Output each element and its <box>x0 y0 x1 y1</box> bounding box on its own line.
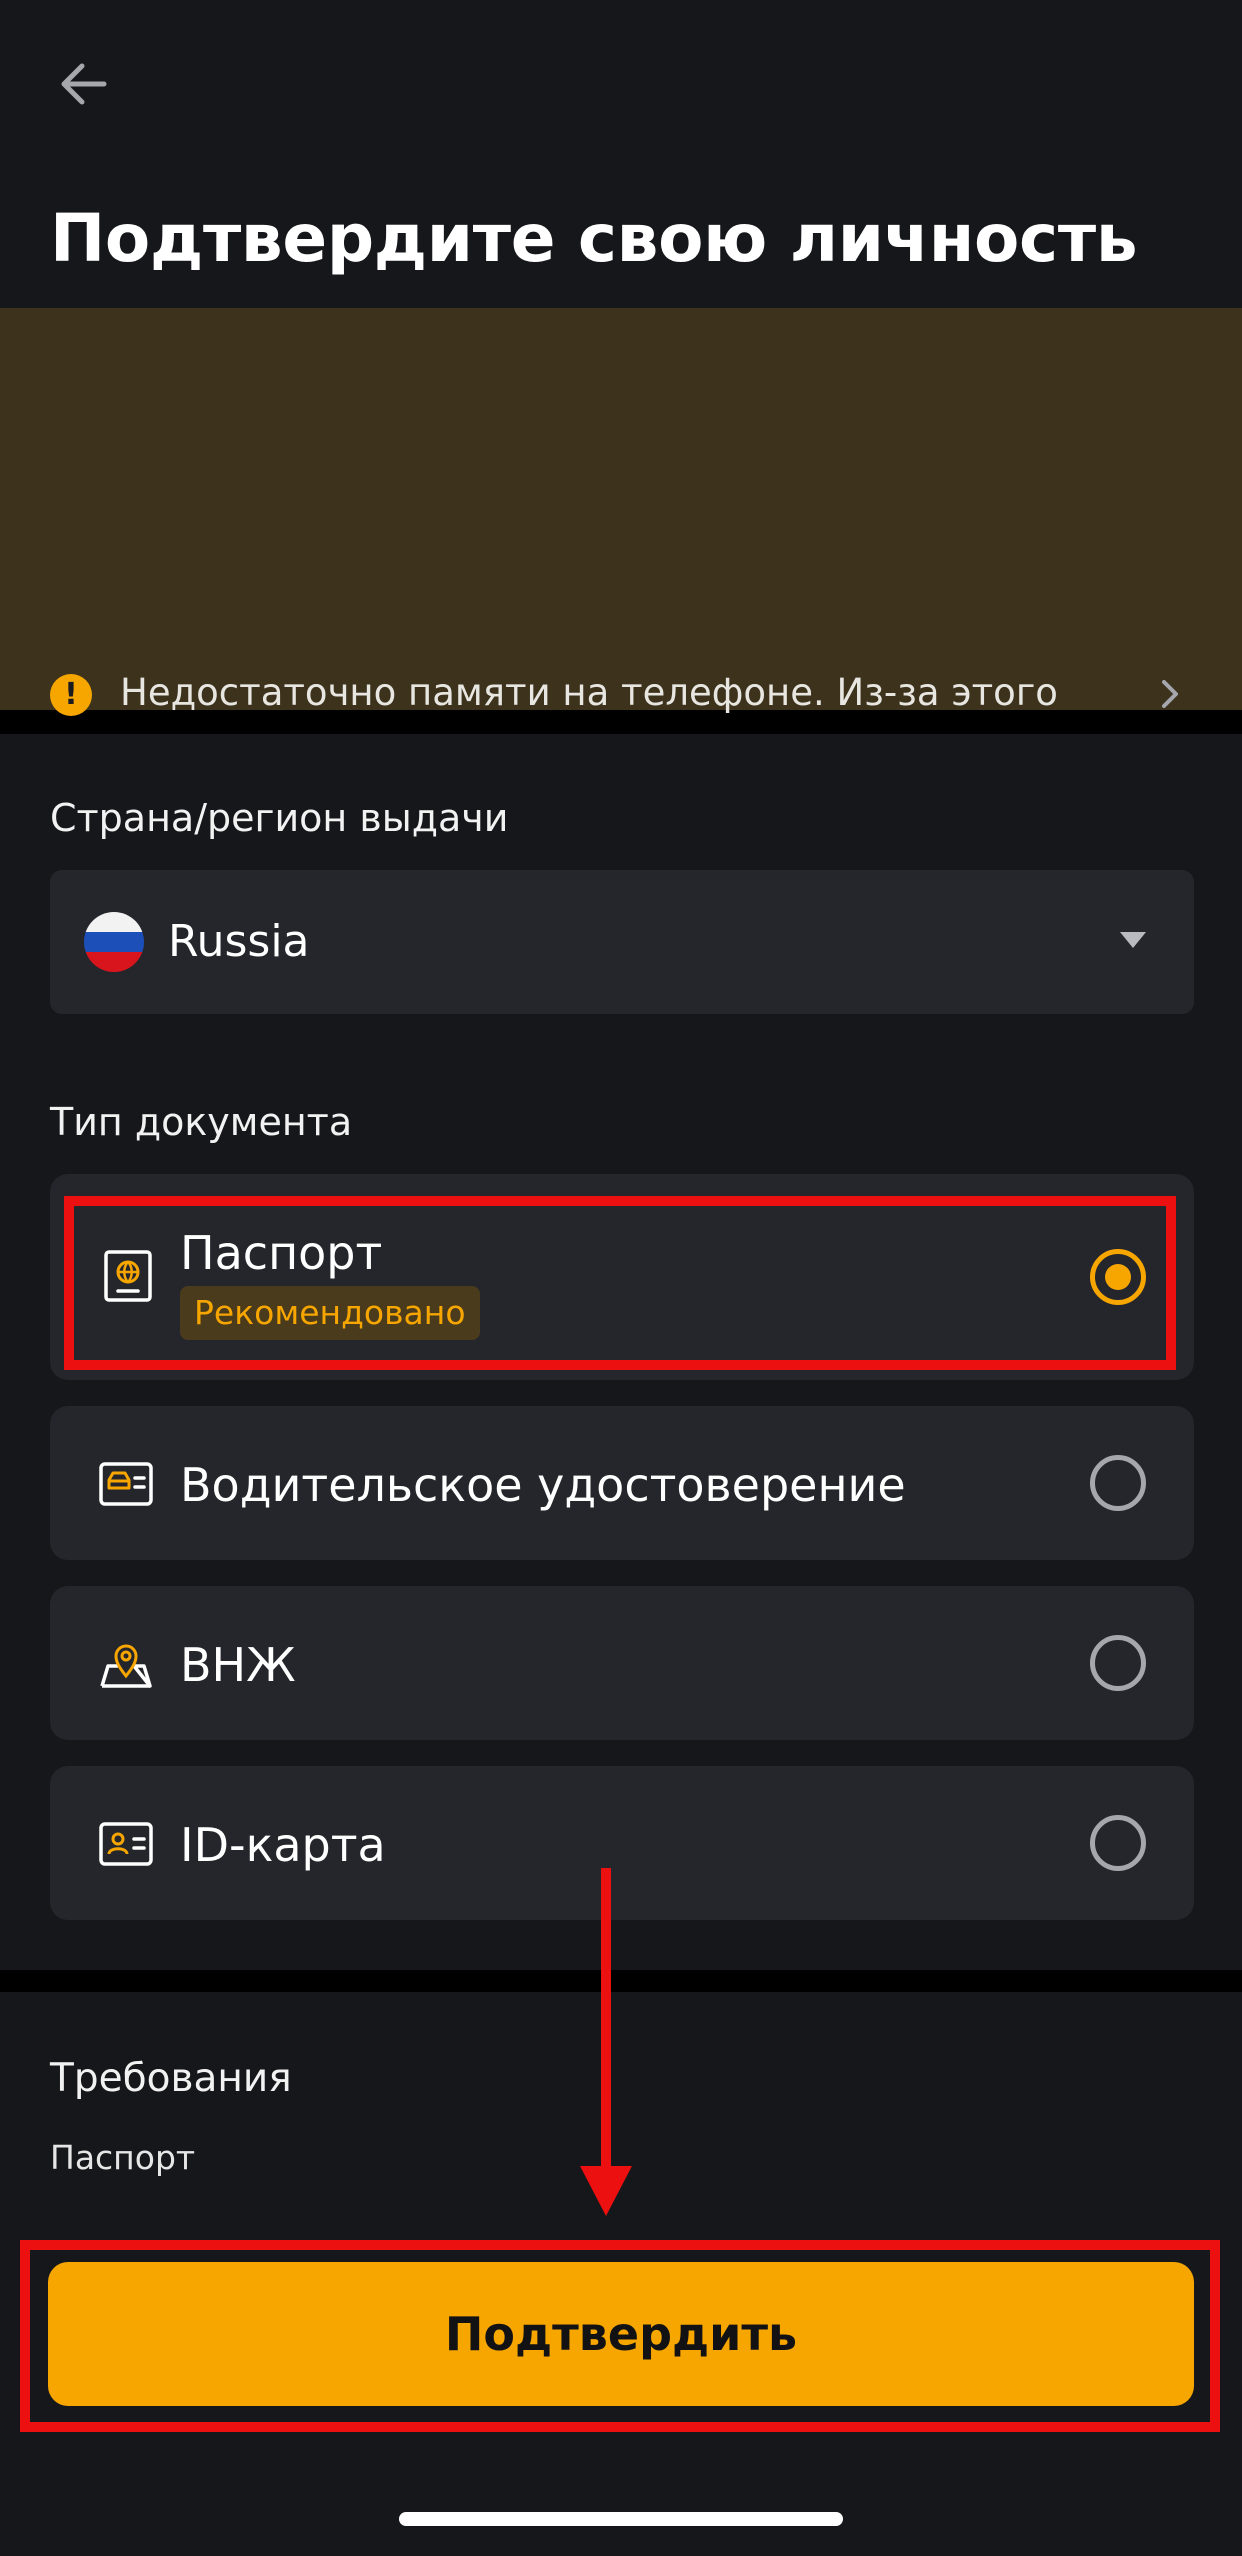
russia-flag-icon <box>84 912 144 972</box>
requirements-title: Требования <box>50 2056 292 2101</box>
doc-option-passport-label: Паспорт <box>180 1226 383 1280</box>
radio-id-card[interactable] <box>1090 1815 1146 1871</box>
radio-driver-license[interactable] <box>1090 1455 1146 1511</box>
recommended-badge: Рекомендовано <box>180 1286 480 1340</box>
memory-warning-banner[interactable]: ! Недостаточно памяти на телефоне. Из-за… <box>0 308 1242 978</box>
confirm-button[interactable]: Подтвердить <box>48 2262 1194 2406</box>
annotation-arrow-shaft <box>601 1868 611 2174</box>
home-indicator[interactable] <box>399 2512 843 2526</box>
residence-permit-icon <box>100 1644 152 1688</box>
passport-icon <box>104 1250 152 1302</box>
country-label: Страна/регион выдачи <box>50 796 509 840</box>
caret-down-icon <box>1120 932 1146 948</box>
driver-license-icon <box>99 1462 153 1506</box>
country-value: Russia <box>168 916 310 967</box>
header: Подтвердите свою личность <box>0 0 1242 308</box>
arrow-left-icon <box>61 63 107 105</box>
doc-option-id-card-label: ID-карта <box>180 1818 386 1872</box>
arrow-down-icon <box>580 2166 632 2216</box>
back-button[interactable] <box>44 44 124 124</box>
screen: Подтвердите свою личность ! Недостаточно… <box>0 0 1242 2556</box>
radio-passport[interactable] <box>1090 1249 1146 1305</box>
exclamation-circle-icon: ! <box>50 674 92 716</box>
doc-option-driver-license-label: Водительское удостоверение <box>180 1458 906 1512</box>
document-type-label: Тип документа <box>50 1100 353 1144</box>
id-card-icon <box>99 1822 153 1866</box>
requirements-value: Паспорт <box>50 2138 196 2177</box>
chevron-right-icon <box>1162 680 1178 708</box>
radio-residence-permit[interactable] <box>1090 1635 1146 1691</box>
doc-option-residence-permit-label: ВНЖ <box>180 1638 296 1692</box>
page-title: Подтвердите свою личность <box>50 200 1138 277</box>
